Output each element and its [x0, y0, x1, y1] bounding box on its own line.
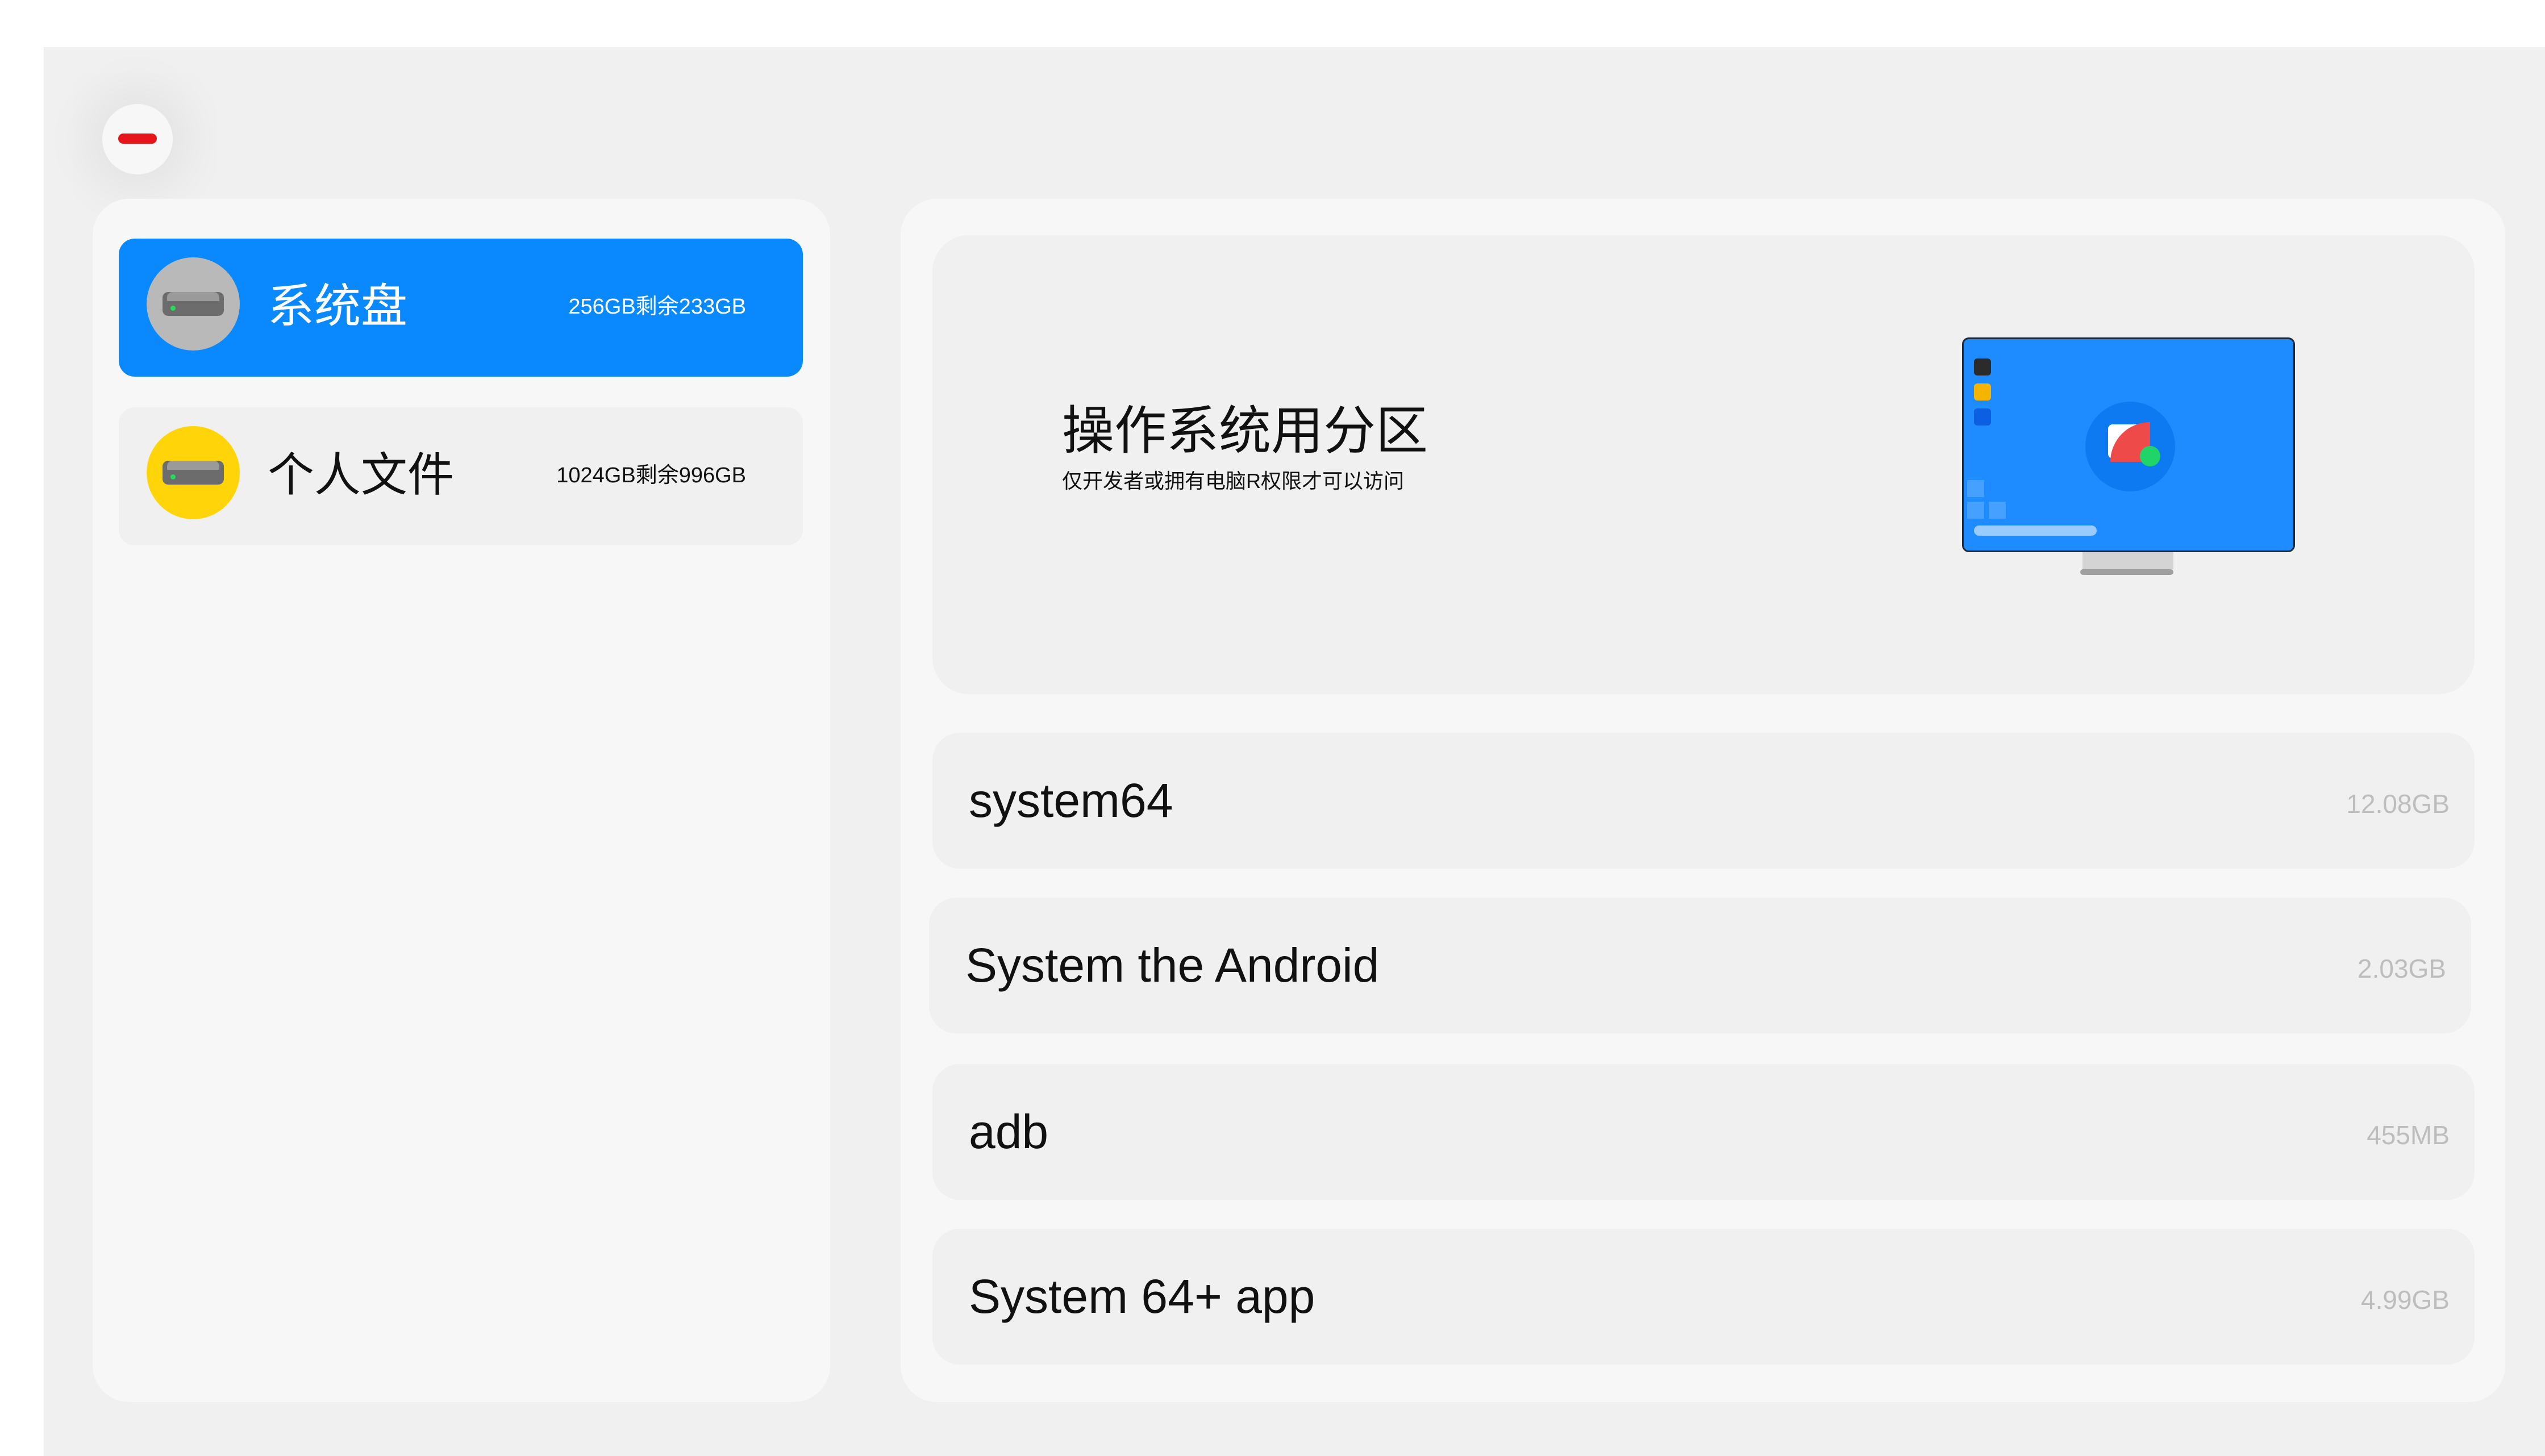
partition-row[interactable]: system64 12.08GB	[932, 733, 2475, 869]
app-logo-icon	[2085, 402, 2175, 491]
partition-size: 12.08GB	[2346, 789, 2450, 819]
disk-name: 个人文件	[268, 449, 455, 501]
disk-name: 系统盘	[268, 281, 408, 332]
partition-row[interactable]: System the Android 2.03GB	[929, 898, 2471, 1033]
partition-row[interactable]: System 64+ app 4.99GB	[932, 1229, 2475, 1365]
partition-panel: 操作系统用分区 仅开发者或拥有电脑R权限才可以访问 system64 12.08…	[901, 199, 2505, 1402]
hard-drive-icon	[147, 257, 240, 351]
disk-list-panel: 系统盘 256GB剩余233GB 个人文件 1024GB剩余996GB	[93, 199, 830, 1402]
app-icon	[1974, 358, 1991, 376]
partition-name: system64	[969, 774, 1173, 827]
disk-item-personal[interactable]: 个人文件 1024GB剩余996GB	[119, 407, 803, 545]
partition-name: System the Android	[965, 938, 1380, 992]
partition-size: 455MB	[2367, 1120, 2450, 1150]
minus-icon	[118, 133, 157, 144]
app-icon	[1974, 408, 1991, 425]
disk-item-system[interactable]: 系统盘 256GB剩余233GB	[119, 239, 803, 377]
banner-title: 操作系统用分区	[1062, 402, 1428, 460]
close-button[interactable]	[102, 104, 173, 174]
app-icon	[1974, 383, 1991, 400]
hard-drive-icon	[147, 426, 240, 519]
os-partition-banner: 操作系统用分区 仅开发者或拥有电脑R权限才可以访问	[932, 235, 2475, 694]
banner-subtitle: 仅开发者或拥有电脑R权限才可以访问	[1062, 469, 1404, 493]
partition-size: 2.03GB	[2357, 954, 2446, 983]
partition-size: 4.99GB	[2361, 1285, 2450, 1315]
disk-capacity: 256GB剩余233GB	[568, 295, 746, 319]
partition-row[interactable]: adb 455MB	[932, 1064, 2475, 1200]
partition-name: adb	[969, 1105, 1049, 1158]
partition-name: System 64+ app	[969, 1270, 1315, 1323]
monitor-icon	[1962, 337, 2295, 575]
disk-capacity: 1024GB剩余996GB	[556, 464, 746, 487]
